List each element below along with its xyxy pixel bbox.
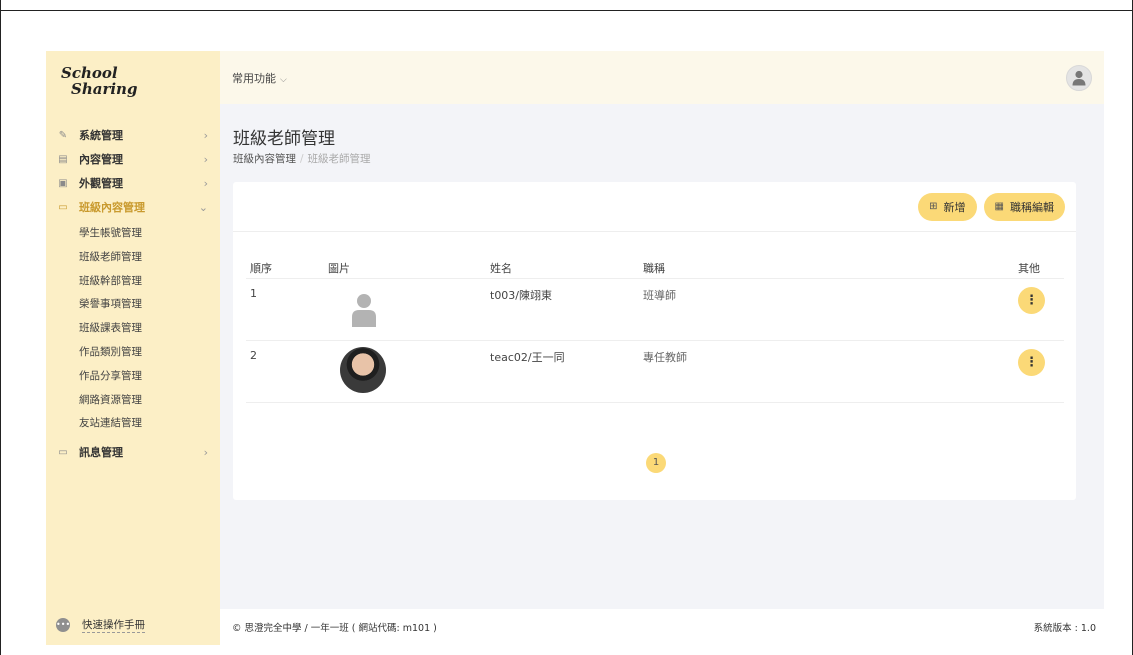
quick-functions-dropdown[interactable]: 常用功能 ⌵ (232, 70, 287, 86)
plus-square-icon: ⊞ (929, 201, 938, 212)
user-placeholder-icon (352, 294, 376, 327)
card-toolbar: ⊞ 新增 ▦ 職稱編輯 (233, 182, 1076, 232)
cell-photo (328, 287, 490, 340)
sidebar-item-system[interactable]: ✎ 系統管理 › (46, 123, 220, 147)
kebab-icon: ⋮ (1025, 293, 1038, 308)
column-header-other: 其他 (1018, 261, 1040, 275)
chevron-right-icon: › (203, 445, 208, 459)
cell-title: 班導師 (643, 289, 676, 302)
submenu-item-work-categories[interactable]: 作品類別管理 (46, 341, 220, 365)
sidebar-item-label: 內容管理 (79, 153, 123, 166)
grid-icon: ▦ (994, 201, 1004, 212)
help-label: 快速操作手冊 (82, 619, 145, 633)
edit-titles-button[interactable]: ▦ 職稱編輯 (983, 192, 1065, 221)
logo[interactable]: School Sharing (46, 51, 220, 123)
chevron-right-icon: › (203, 176, 208, 190)
cell-name: teac02/王一同 (490, 351, 565, 364)
submenu-item-timetable[interactable]: 班級課表管理 (46, 317, 220, 341)
folder-icon: ▭ (58, 446, 68, 458)
submenu-item-honors[interactable]: 榮譽事項管理 (46, 293, 220, 317)
submenu-item-student-accounts[interactable]: 學生帳號管理 (46, 222, 220, 246)
teacher-photo (340, 347, 386, 393)
cell-photo (328, 347, 490, 402)
breadcrumb-current: 班級老師管理 (307, 153, 371, 165)
sidebar: School Sharing ✎ 系統管理 › ▤ 內容管理 › ▣ 外觀管理 … (46, 51, 220, 645)
breadcrumb-parent[interactable]: 班級內容管理 (233, 153, 296, 165)
page-title: 班級老師管理 (233, 129, 335, 149)
submenu-item-web-resources[interactable]: 網路資源管理 (46, 389, 220, 413)
table-row: 2 teac02/王一同 專任教師 ⋮ (246, 341, 1064, 403)
submenu: 學生帳號管理 班級老師管理 班級幹部管理 榮譽事項管理 班級課表管理 作品類別管… (46, 219, 220, 440)
logo-line2: Sharing (71, 80, 138, 98)
logo-line1: School (61, 64, 118, 82)
title-area: 班級老師管理 班級內容管理 / 班級老師管理 (220, 104, 1104, 166)
column-header-name: 姓名 (490, 261, 512, 275)
cell-title: 專任教師 (643, 351, 687, 364)
chevron-down-icon: ⌵ (280, 74, 287, 85)
table-row: 1 t003/陳翊東 班導師 ⋮ (246, 279, 1064, 341)
cell-other: ⋮ (996, 287, 1064, 340)
sidebar-item-class-content[interactable]: ▭ 班級內容管理 ⌄ (46, 195, 220, 219)
cell-other: ⋮ (996, 349, 1064, 402)
tools-icon: ✎ (58, 129, 68, 141)
cell-name: t003/陳翊東 (490, 289, 553, 302)
main-content: 常用功能 ⌵ 班級老師管理 班級內容管理 / 班級老師管理 ⊞ 新增 ▦ 職稱編… (220, 51, 1104, 645)
chevron-right-icon: › (203, 128, 208, 142)
column-header-title: 職稱 (643, 261, 665, 275)
add-button[interactable]: ⊞ 新增 (918, 192, 977, 221)
footer-version: 系統版本 : 1.0 (1033, 623, 1096, 634)
sidebar-item-label: 訊息管理 (79, 446, 123, 460)
sidebar-item-label: 系統管理 (79, 129, 123, 142)
sidebar-item-messages[interactable]: ▭ 訊息管理 › (46, 440, 220, 464)
cell-order: 2 (250, 349, 257, 362)
pagination-page-1[interactable]: 1 (646, 453, 666, 473)
user-avatar-button[interactable] (1066, 64, 1092, 91)
breadcrumb: 班級內容管理 / 班級老師管理 (233, 151, 1104, 166)
sidebar-item-label: 班級內容管理 (79, 201, 145, 214)
chevron-down-icon: ⌄ (198, 200, 208, 214)
submenu-item-friend-links[interactable]: 友站連結管理 (46, 412, 220, 436)
app-window: School Sharing ✎ 系統管理 › ▤ 內容管理 › ▣ 外觀管理 … (46, 51, 1104, 645)
add-button-label: 新增 (943, 201, 966, 214)
divider (0, 10, 1133, 11)
image-icon: ▣ (58, 177, 68, 189)
table-header: 順序 圖片 姓名 職稱 其他 (246, 257, 1064, 279)
chat-bubble-icon: ••• (56, 618, 70, 632)
breadcrumb-separator: / (300, 153, 304, 165)
more-options-button[interactable]: ⋮ (1018, 287, 1045, 314)
user-icon (1072, 70, 1086, 85)
chevron-right-icon: › (203, 152, 208, 166)
footer-site-info: © 思澄完全中學 / 一年一班 ( 網站代碼: m101 ) (232, 623, 437, 634)
topbar: 常用功能 ⌵ (220, 51, 1104, 104)
teacher-list-card: ⊞ 新增 ▦ 職稱編輯 順序 圖片 姓名 職稱 其他 1 t003/陳翊東 班導… (233, 182, 1076, 500)
edit-titles-button-label: 職稱編輯 (1010, 201, 1054, 214)
submenu-item-class-teachers[interactable]: 班級老師管理 (46, 246, 220, 270)
help-link[interactable]: ••• 快速操作手冊 (56, 617, 145, 633)
quick-functions-label: 常用功能 (232, 71, 276, 85)
folder-open-icon: ▭ (58, 201, 68, 213)
footer: © 思澄完全中學 / 一年一班 ( 網站代碼: m101 ) 系統版本 : 1.… (220, 609, 1104, 645)
submenu-item-work-sharing[interactable]: 作品分享管理 (46, 365, 220, 389)
column-header-order: 順序 (250, 261, 272, 275)
submenu-item-class-officers[interactable]: 班級幹部管理 (46, 270, 220, 294)
column-header-photo: 圖片 (328, 261, 350, 275)
list-icon: ▤ (58, 153, 68, 165)
cell-order: 1 (250, 287, 257, 300)
kebab-icon: ⋮ (1025, 355, 1038, 370)
more-options-button[interactable]: ⋮ (1018, 349, 1045, 376)
sidebar-item-content[interactable]: ▤ 內容管理 › (46, 147, 220, 171)
sidebar-item-label: 外觀管理 (79, 177, 123, 190)
sidebar-item-appearance[interactable]: ▣ 外觀管理 › (46, 171, 220, 195)
teacher-table: 順序 圖片 姓名 職稱 其他 1 t003/陳翊東 班導師 ⋮ 2 teac02… (246, 257, 1064, 403)
